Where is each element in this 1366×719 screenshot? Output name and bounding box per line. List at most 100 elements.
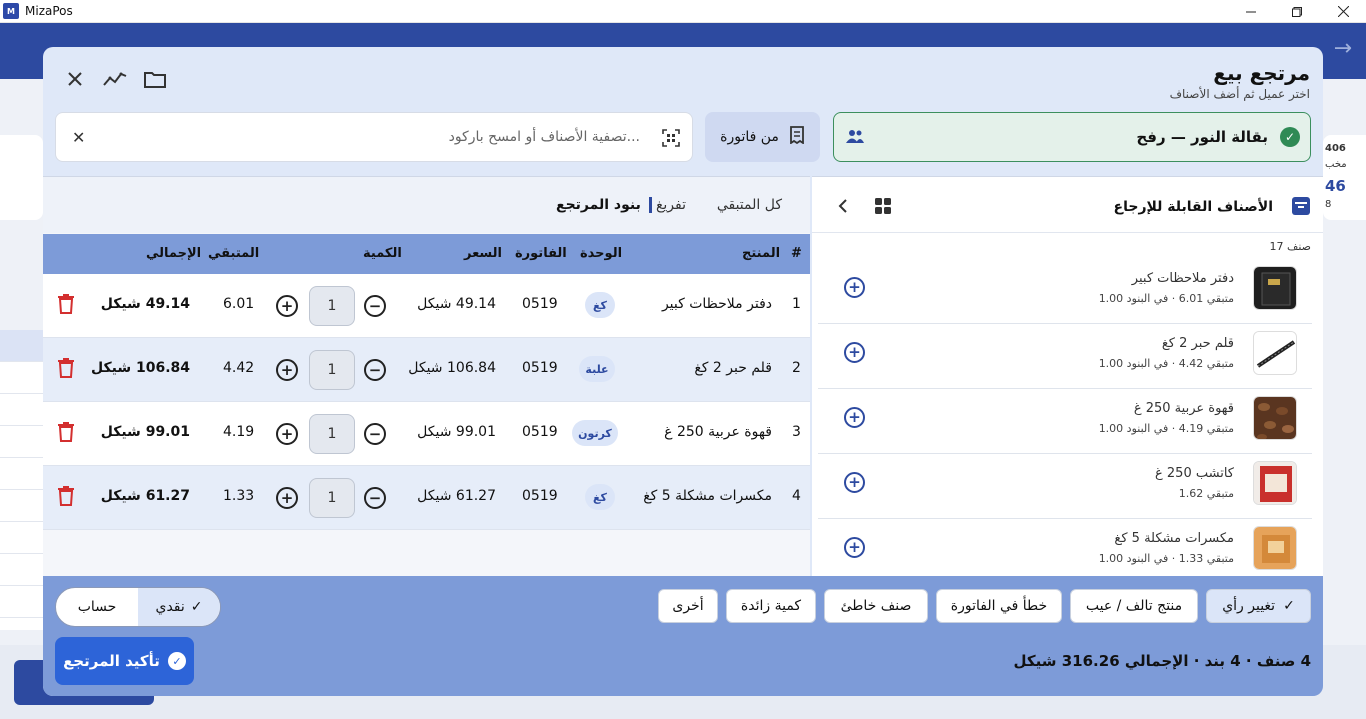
returnable-header: الأصناف القابلة للإرجاع [812, 177, 1323, 233]
quantity-input[interactable]: 1 [309, 414, 355, 454]
add-circle-icon[interactable]: + [844, 277, 865, 298]
row-product: دفتر ملاحظات كبير [661, 296, 772, 312]
unit-badge: كغ [585, 484, 615, 510]
plus-icon[interactable]: + [276, 295, 298, 317]
col-qty: الكمية [363, 246, 402, 261]
returnable-item[interactable]: قلم حبر 2 كغ متبقي 4.42 · في البنود 1.00… [818, 325, 1312, 389]
row-price: 49.14 شيكل [417, 296, 496, 312]
payment-cash-label: نقدي [155, 599, 185, 615]
row-price: 99.01 شيكل [417, 424, 496, 440]
item-name: قلم حبر 2 كغ [1161, 336, 1234, 351]
selected-customer[interactable]: ✓ بقالة النور — رفح [833, 112, 1311, 162]
row-total: 49.14 شيكل [100, 296, 190, 312]
reason-excess-qty[interactable]: كمية زائدة [726, 589, 816, 623]
grid-view-icon[interactable] [875, 198, 891, 218]
add-circle-icon[interactable]: + [844, 472, 865, 493]
quantity-input[interactable]: 1 [309, 478, 355, 518]
archive-icon [1291, 196, 1311, 220]
reason-damaged[interactable]: منتج تالف / عيب [1070, 589, 1198, 623]
returnable-title: الأصناف القابلة للإرجاع [1113, 199, 1273, 215]
add-circle-icon[interactable]: + [844, 342, 865, 363]
chevron-left-icon[interactable] [838, 198, 848, 218]
barcode-scan-icon[interactable] [662, 129, 680, 151]
reason-invoice-error[interactable]: خطأ في الفاتورة [936, 589, 1062, 623]
receipt-icon [789, 126, 805, 148]
col-total: الإجمالي [146, 246, 202, 261]
clear-icon[interactable]: ✕ [72, 128, 85, 147]
customer-name: بقالة النور — رفح [1136, 128, 1268, 146]
returnable-item[interactable]: قهوة عربية 250 غ متبقي 4.19 · في البنود … [818, 390, 1312, 454]
tab-all-remaining[interactable]: كل المتبقي [717, 197, 782, 213]
reason-change-mind[interactable]: ✓ تغيير رأي [1206, 589, 1311, 623]
background-text: 8 [1325, 199, 1332, 210]
row-number: 3 [792, 424, 801, 440]
returnable-item[interactable]: مكسرات مشكلة 5 كغ متبقي 1.33 · في البنود… [818, 520, 1312, 584]
close-icon[interactable] [62, 66, 88, 92]
row-total: 61.27 شيكل [100, 488, 190, 504]
background-text: مخب [1325, 159, 1347, 170]
arrow-right-icon: → [1333, 36, 1352, 61]
product-thumbnail [1253, 396, 1297, 440]
search-input[interactable]: تصفية الأصناف أو امسح باركود... ✕ [55, 112, 693, 162]
confirm-return-button[interactable]: تأكيد المرتجع ✓ [55, 637, 194, 685]
unit-badge: كرتون [572, 420, 618, 446]
table-header: # المنتج الوحدة الفاتورة السعر الكمية ال… [43, 234, 810, 274]
item-remaining: متبقي 4.42 · في البنود 1.00 [1098, 357, 1234, 370]
minus-icon[interactable]: − [364, 487, 386, 509]
minus-icon[interactable]: − [364, 295, 386, 317]
row-total: 99.01 شيكل [100, 424, 190, 440]
row-total: 106.84 شيكل [90, 360, 190, 376]
bottom-bar: ✓ تغيير رأي منتج تالف / عيب خطأ في الفات… [43, 576, 1323, 696]
background-card: 406 مخب 46 8 [1323, 135, 1366, 220]
returnable-item[interactable]: كاتشب 250 غ متبقي 1.62 + [818, 455, 1312, 519]
quantity-input[interactable]: 1 [309, 286, 355, 326]
trash-icon[interactable] [58, 486, 74, 510]
product-thumbnail [1253, 266, 1297, 310]
row-remaining: 1.33 [223, 488, 255, 504]
product-thumbnail [1253, 526, 1297, 570]
row-product: قهوة عربية 250 غ [664, 424, 772, 440]
row-remaining: 6.01 [223, 296, 255, 312]
folder-icon[interactable] [142, 66, 168, 92]
payment-cash[interactable]: نقدي ✓ [138, 588, 220, 626]
row-price: 61.27 شيكل [417, 488, 496, 504]
minimize-icon[interactable] [1228, 0, 1274, 23]
plus-icon[interactable]: + [276, 359, 298, 381]
trash-icon[interactable] [58, 294, 74, 318]
quantity-input[interactable]: 1 [309, 350, 355, 390]
add-circle-icon[interactable]: + [844, 537, 865, 558]
dialog-title: مرتجع بيع [1213, 61, 1310, 85]
maximize-icon[interactable] [1274, 0, 1320, 23]
confirm-label: تأكيد المرتجع [63, 652, 160, 670]
analytics-icon[interactable] [102, 66, 128, 92]
item-name: قهوة عربية 250 غ [1133, 401, 1234, 416]
minus-icon[interactable]: − [364, 359, 386, 381]
row-invoice: 0519 [522, 360, 558, 376]
add-circle-icon[interactable]: + [844, 407, 865, 428]
tab-return-lines[interactable]: بنود المرتجع [556, 197, 652, 213]
minus-icon[interactable]: − [364, 423, 386, 445]
plus-icon[interactable]: + [276, 423, 298, 445]
product-thumbnail [1253, 331, 1297, 375]
table-row: 1 دفتر ملاحظات كبير كغ 0519 49.14 شيكل −… [43, 274, 810, 338]
trash-icon[interactable] [58, 422, 74, 446]
item-name: مكسرات مشكلة 5 كغ [1114, 531, 1234, 546]
check-circle-icon: ✓ [1280, 127, 1300, 147]
col-product: المنتج [742, 246, 781, 261]
returnable-item[interactable]: دفتر ملاحظات كبير متبقي 6.01 · في البنود… [818, 260, 1312, 324]
reason-other[interactable]: أخرى [658, 589, 718, 623]
row-invoice: 0519 [522, 424, 558, 440]
payment-account[interactable]: حساب [56, 588, 138, 626]
item-remaining: متبقي 1.62 [1178, 487, 1234, 500]
reason-wrong-item[interactable]: صنف خاطئ [824, 589, 928, 623]
trash-icon[interactable] [58, 358, 74, 382]
tab-unload[interactable]: تفريغ [656, 197, 686, 213]
row-invoice: 0519 [522, 488, 558, 504]
close-window-icon[interactable] [1320, 0, 1366, 23]
app-title: MizaPos [25, 4, 73, 18]
from-invoice-button[interactable]: من فاتورة [705, 112, 820, 162]
plus-icon[interactable]: + [276, 487, 298, 509]
check-circle-icon: ✓ [167, 652, 186, 670]
background-text: 406 [1325, 143, 1346, 154]
row-number: 4 [792, 488, 801, 504]
